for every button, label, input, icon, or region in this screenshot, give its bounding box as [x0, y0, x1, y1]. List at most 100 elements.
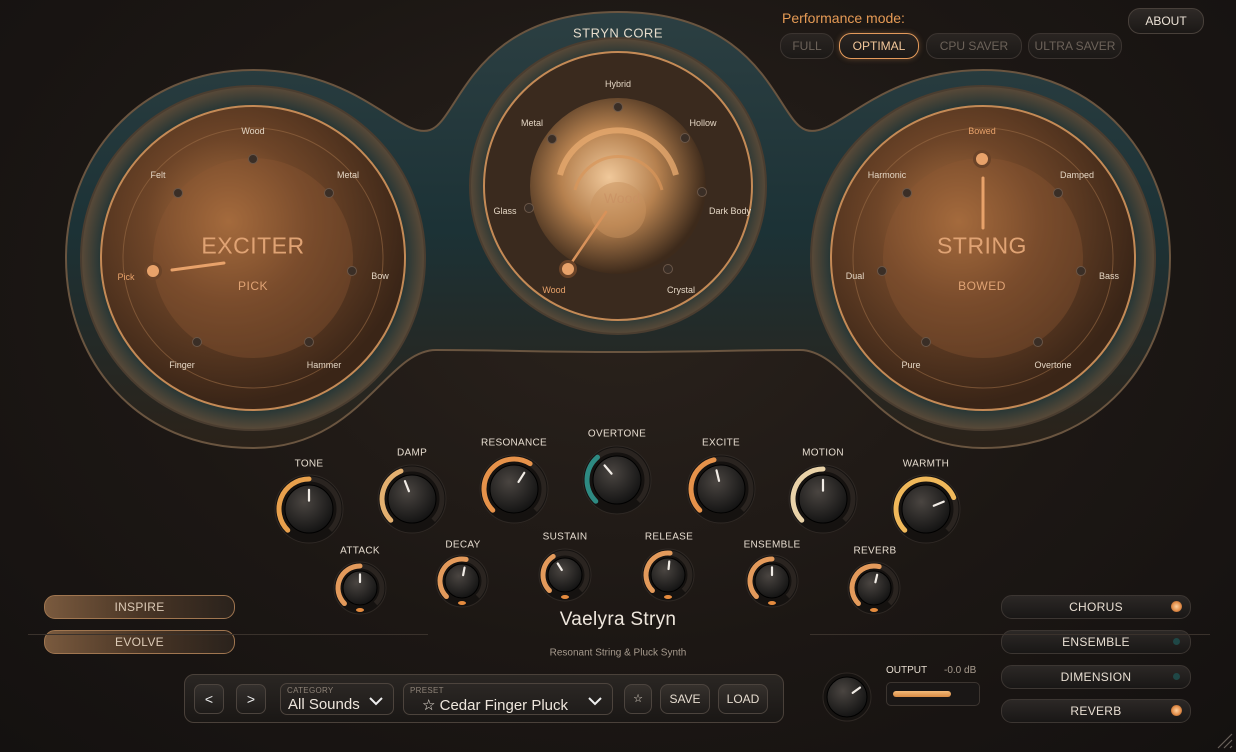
preset-bar: < > CATEGORY All Sounds PRESET ☆ Cedar F… [184, 674, 784, 723]
knob-led [458, 601, 466, 605]
ensemble-knob[interactable] [744, 553, 800, 609]
exciter-option-hammer[interactable]: Hammer [307, 360, 342, 370]
resize-grip-icon[interactable] [1214, 730, 1234, 750]
exciter-title: EXCITER [201, 232, 305, 259]
string-dot [1033, 337, 1043, 347]
string-option-pure[interactable]: Pure [901, 360, 920, 370]
string-dot [1053, 188, 1063, 198]
tone-knob[interactable] [271, 471, 347, 547]
chevron-down-icon [588, 697, 602, 706]
knob-label: WARMTH [902, 458, 950, 470]
about-button[interactable]: ABOUT [1128, 8, 1204, 34]
inspire-button[interactable]: INSPIRE [44, 595, 235, 619]
performance-mode-label: Performance mode: [782, 10, 905, 26]
reverb-knob[interactable] [846, 560, 902, 616]
output-knob[interactable] [822, 672, 872, 722]
knob-indicator [667, 560, 671, 571]
synth-body [64, 10, 1172, 450]
resonance-knob[interactable] [476, 451, 552, 527]
exciter-option-pick[interactable]: Pick [117, 272, 134, 282]
damp-knob[interactable] [374, 461, 450, 537]
motion-knob[interactable] [785, 461, 861, 537]
core-option-glass[interactable]: Glass [493, 206, 516, 216]
string-selected-dot [973, 150, 991, 168]
core-dot [524, 203, 534, 213]
product-tagline: Resonant String & Pluck Synth [549, 647, 687, 659]
overtone-knob[interactable] [579, 442, 655, 518]
knob-label: DECAY [445, 539, 481, 551]
string-title: STRING [937, 232, 1027, 259]
knob-led [356, 608, 364, 612]
knob-cap [592, 455, 642, 505]
string-dot [902, 188, 912, 198]
effect-chorus-button[interactable]: CHORUS [1001, 595, 1191, 619]
mode-optimal-button[interactable]: OPTIMAL [839, 33, 919, 59]
category-select[interactable]: CATEGORY All Sounds [280, 683, 394, 715]
core-option-dark-body[interactable]: Dark Body [709, 206, 751, 216]
knob-cap [489, 464, 539, 514]
warmth-knob[interactable] [888, 471, 964, 547]
string-option-bowed[interactable]: Bowed [968, 126, 996, 136]
knob-label: SUSTAIN [542, 531, 588, 543]
output-db-readout: -0.0 dB [944, 665, 977, 676]
string-option-harmonic[interactable]: Harmonic [868, 170, 907, 180]
core-dot [663, 264, 673, 274]
core-selected-dot [559, 260, 577, 278]
core-dot [680, 133, 690, 143]
knob-label: ENSEMBLE [743, 539, 801, 551]
string-option-overtone[interactable]: Overtone [1034, 360, 1071, 370]
next-preset-button[interactable]: > [236, 684, 266, 714]
knob-label: DAMP [396, 447, 428, 459]
dimension-led-icon [1173, 673, 1180, 680]
exciter-option-wood[interactable]: Wood [241, 126, 264, 136]
preset-select[interactable]: PRESET ☆ Cedar Finger Pluck [403, 683, 613, 715]
excite-knob[interactable] [683, 451, 759, 527]
core-title: STRYN CORE [573, 25, 663, 41]
load-button[interactable]: LOAD [718, 684, 768, 714]
category-caption: CATEGORY [287, 686, 334, 695]
reverb-led-icon [1171, 705, 1182, 716]
sustain-knob[interactable] [537, 547, 593, 603]
exciter-option-bow[interactable]: Bow [371, 271, 389, 281]
prev-preset-button[interactable]: < [194, 684, 224, 714]
exciter-dot [173, 188, 183, 198]
core-dot [613, 102, 623, 112]
exciter-dot [347, 266, 357, 276]
mode-full-button[interactable]: FULL [780, 33, 834, 59]
string-option-dual[interactable]: Dual [846, 271, 865, 281]
exciter-dot [192, 337, 202, 347]
effect-reverb-button[interactable]: REVERB [1001, 699, 1191, 723]
release-knob[interactable] [640, 547, 696, 603]
core-option-hollow[interactable]: Hollow [689, 118, 716, 128]
effect-dimension-button[interactable]: DIMENSION [1001, 665, 1191, 689]
core-option-hybrid[interactable]: Hybrid [605, 79, 631, 89]
save-button[interactable]: SAVE [660, 684, 710, 714]
exciter-selected-dot [144, 262, 162, 280]
product-name: Vaelyra Stryn [559, 609, 677, 630]
output-label: OUTPUT [886, 665, 928, 676]
favorite-star-button[interactable]: ☆ [624, 684, 652, 714]
knob-cap [444, 563, 480, 599]
knob-cap [901, 484, 951, 534]
exciter-dot [304, 337, 314, 347]
mode-ultra-saver-button[interactable]: ULTRA SAVER [1028, 33, 1122, 59]
exciter-option-finger[interactable]: Finger [169, 360, 195, 370]
decay-knob[interactable] [434, 553, 490, 609]
core-option-crystal[interactable]: Crystal [667, 285, 695, 295]
string-option-bass[interactable]: Bass [1099, 271, 1119, 281]
core-option-wood[interactable]: Wood [542, 285, 565, 295]
attack-knob[interactable] [332, 560, 388, 616]
exciter-option-metal[interactable]: Metal [337, 170, 359, 180]
preset-caption: PRESET [410, 686, 444, 695]
output-meter-fill [893, 691, 951, 697]
knob-label: ATTACK [340, 545, 380, 557]
chorus-led-icon [1171, 601, 1182, 612]
knob-cap [696, 464, 746, 514]
string-dot [921, 337, 931, 347]
knob-indicator [462, 566, 466, 577]
exciter-option-felt[interactable]: Felt [150, 170, 165, 180]
chevron-down-icon [369, 697, 383, 706]
core-option-metal[interactable]: Metal [521, 118, 543, 128]
mode-cpu-saver-button[interactable]: CPU SAVER [926, 33, 1022, 59]
string-option-damped[interactable]: Damped [1060, 170, 1094, 180]
